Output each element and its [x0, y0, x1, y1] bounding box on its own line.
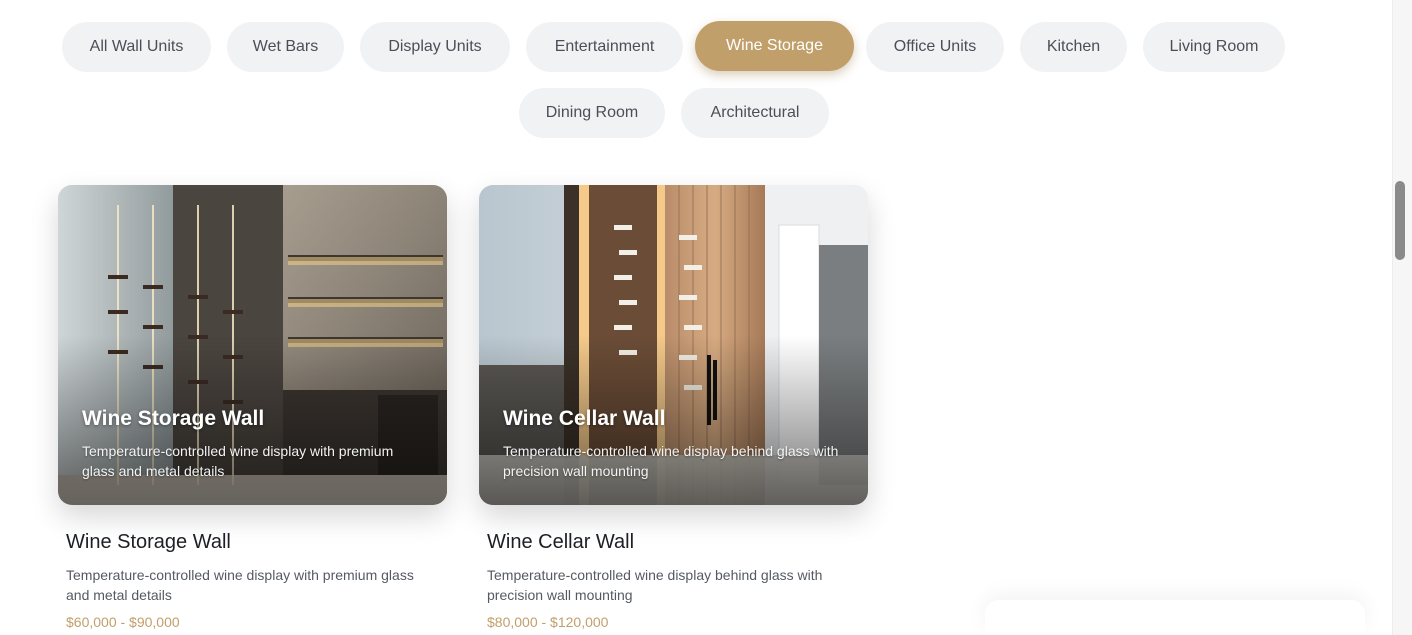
filter-chip-dining-room[interactable]: Dining Room — [519, 88, 665, 138]
filter-chip-kitchen[interactable]: Kitchen — [1020, 22, 1127, 72]
product-description: Temperature-controlled wine display behi… — [487, 567, 823, 603]
product-description: Temperature-controlled wine display with… — [66, 567, 414, 603]
product-title[interactable]: Wine Storage Wall — [66, 531, 231, 554]
filter-chip-entertainment[interactable]: Entertainment — [526, 22, 683, 72]
product-card-image-wine-storage-wall[interactable]: Wine Storage Wall Temperature-controlled… — [58, 185, 447, 505]
filter-chip-architectural[interactable]: Architectural — [681, 88, 829, 138]
image-overlay-description: Temperature-controlled wine display behi… — [503, 443, 839, 479]
floating-panel-edge — [985, 600, 1365, 635]
product-title[interactable]: Wine Cellar Wall — [487, 531, 634, 554]
scrollbar-track[interactable] — [1392, 0, 1412, 635]
product-price: $80,000 - $120,000 — [487, 614, 609, 630]
filter-chip-wet-bars[interactable]: Wet Bars — [227, 22, 344, 72]
filter-chip-wine-storage[interactable]: Wine Storage — [695, 21, 854, 71]
scrollbar-thumb[interactable] — [1395, 181, 1405, 260]
image-overlay-title: Wine Storage Wall — [82, 407, 265, 430]
image-overlay-description: Temperature-controlled wine display with… — [82, 443, 394, 479]
product-card-image-wine-cellar-wall[interactable]: Wine Cellar Wall Temperature-controlled … — [479, 185, 868, 505]
filter-chip-office-units[interactable]: Office Units — [866, 22, 1004, 72]
product-price: $60,000 - $90,000 — [66, 614, 180, 630]
filter-chip-display-units[interactable]: Display Units — [360, 22, 510, 72]
filter-chip-living-room[interactable]: Living Room — [1143, 22, 1285, 72]
filter-chip-all-wall-units[interactable]: All Wall Units — [62, 22, 211, 72]
image-overlay-title: Wine Cellar Wall — [503, 407, 666, 430]
